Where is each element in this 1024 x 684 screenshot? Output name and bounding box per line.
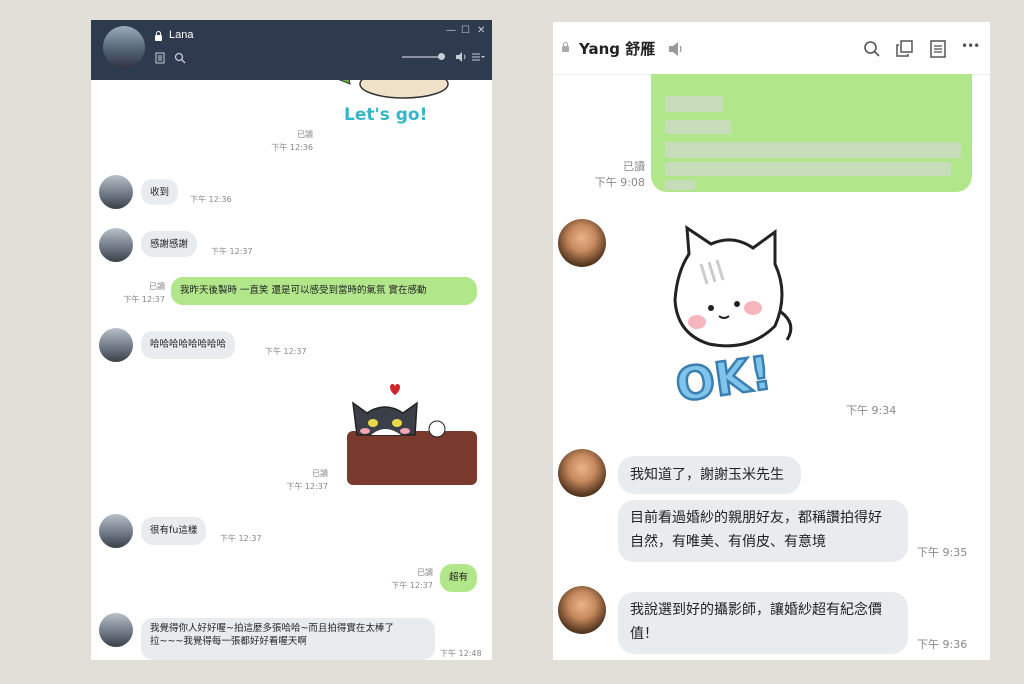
message-time: 下午 12:37 bbox=[265, 347, 307, 356]
contact-avatar[interactable] bbox=[99, 175, 133, 209]
left-chat-window: Lana — ☐ ✕ Let's go! 已讀 下午 12:36 收到 下午 1… bbox=[91, 20, 492, 660]
chat-header: Yang 舒雁 ••• bbox=[553, 22, 990, 75]
incoming-message[interactable]: 我知道了，謝謝玉米先生 bbox=[618, 456, 801, 494]
incoming-message[interactable]: 我覺得你人好好喔~拍這麼多張哈哈~而且拍得實在太棒了 拉~~~我覺得每一張都好好… bbox=[141, 618, 435, 660]
sticker-cat-box bbox=[347, 384, 477, 485]
message-list[interactable]: 已讀 下午 9:08 OK! 下午 9:34 我知道了，謝謝玉米先生 目前看過婚… bbox=[553, 74, 990, 660]
sticker-caption: Let's go! bbox=[344, 105, 427, 125]
incoming-message[interactable]: 收到 bbox=[141, 179, 179, 205]
message-list[interactable]: Let's go! 已讀 下午 12:36 收到 下午 12:36 感謝感謝 下… bbox=[91, 80, 492, 660]
read-receipt: 已讀 bbox=[297, 130, 313, 139]
message-line: 自然，有唯美、有俏皮、有意境 bbox=[630, 534, 826, 550]
message-line: 我覺得你人好好喔~拍這麼多張哈哈~而且拍得實在太棒了 bbox=[150, 623, 394, 634]
read-receipt: 已讀 bbox=[623, 160, 645, 173]
incoming-message[interactable]: 很有fu這樣 bbox=[141, 517, 207, 545]
message-time: 下午 12:37 bbox=[123, 295, 165, 304]
minimize-button[interactable]: — bbox=[446, 25, 456, 37]
close-button[interactable]: ✕ bbox=[477, 25, 485, 37]
message-time: 下午 9:35 bbox=[917, 546, 968, 559]
sticker-caption: OK! bbox=[672, 345, 774, 402]
incoming-message[interactable]: 哈哈哈哈哈哈哈哈 bbox=[141, 331, 236, 359]
message-line: 目前看過婚紗的親朋好友，都稱讚拍得好 bbox=[630, 510, 882, 526]
message-line: 值！ bbox=[630, 626, 658, 642]
contact-avatar[interactable] bbox=[99, 514, 133, 548]
incoming-message[interactable]: 我說選到好的攝影師，讓婚紗超有紀念價 值！ bbox=[618, 592, 908, 654]
message-time: 下午 9:08 bbox=[594, 176, 645, 189]
mute-icon[interactable] bbox=[668, 41, 684, 57]
chat-header: Lana — ☐ ✕ bbox=[91, 20, 492, 80]
read-receipt: 已讀 bbox=[312, 469, 328, 478]
message-line: 我說選到好的攝影師，讓婚紗超有紀念價 bbox=[630, 602, 882, 618]
contact-name[interactable]: Yang 舒雁 bbox=[579, 38, 655, 59]
contact-avatar[interactable] bbox=[99, 228, 133, 262]
message-time: 下午 12:37 bbox=[286, 482, 328, 491]
search-icon[interactable] bbox=[863, 40, 881, 58]
contact-avatar[interactable] bbox=[103, 26, 145, 68]
outgoing-message[interactable]: 超有 bbox=[440, 564, 478, 592]
contact-avatar[interactable] bbox=[99, 613, 133, 647]
sticker-ok-cat: OK! bbox=[671, 225, 793, 402]
notes-icon[interactable] bbox=[155, 52, 165, 64]
volume-slider[interactable] bbox=[402, 53, 445, 60]
message-line: 拉~~~我覺得每一張都好好看喔天啊 bbox=[150, 636, 307, 647]
message-time: 下午 12:36 bbox=[190, 195, 232, 204]
volume-icon[interactable] bbox=[455, 51, 467, 63]
message-time: 下午 12:37 bbox=[391, 581, 433, 590]
lock-icon bbox=[155, 31, 162, 41]
read-receipt: 已讀 bbox=[149, 282, 165, 291]
copy-icon[interactable] bbox=[896, 40, 914, 58]
message-time: 下午 9:34 bbox=[846, 404, 897, 417]
incoming-message[interactable]: 感謝感謝 bbox=[141, 231, 198, 257]
contact-avatar[interactable] bbox=[558, 449, 606, 497]
contact-name[interactable]: Lana bbox=[169, 29, 193, 41]
search-icon[interactable] bbox=[174, 52, 186, 64]
notes-icon[interactable] bbox=[929, 40, 947, 58]
contact-avatar[interactable] bbox=[558, 586, 606, 634]
menu-icon[interactable] bbox=[471, 52, 485, 62]
sticker-lets-go: Let's go! bbox=[338, 80, 449, 125]
more-icon[interactable]: ••• bbox=[961, 39, 980, 53]
right-chat-window: Yang 舒雁 ••• 已讀 下午 9:08 OK! 下午 9:34 我知道了，… bbox=[553, 22, 990, 660]
message-time: 下午 9:36 bbox=[917, 638, 968, 651]
message-time: 下午 12:36 bbox=[271, 143, 313, 152]
maximize-button[interactable]: ☐ bbox=[461, 25, 470, 37]
message-time: 下午 12:37 bbox=[220, 534, 262, 543]
read-receipt: 已讀 bbox=[417, 568, 433, 577]
message-time: 下午 12:37 bbox=[211, 247, 253, 256]
message-time: 下午 12:48 bbox=[440, 649, 482, 658]
contact-avatar[interactable] bbox=[558, 219, 606, 267]
incoming-message[interactable]: 目前看過婚紗的親朋好友，都稱讚拍得好 自然，有唯美、有俏皮、有意境 bbox=[618, 500, 908, 562]
lock-icon bbox=[562, 42, 569, 52]
contact-avatar[interactable] bbox=[99, 328, 133, 362]
outgoing-message-blurred[interactable] bbox=[651, 74, 972, 192]
outgoing-message[interactable]: 我昨天後製時 一直笑 還是可以感受到當時的氣氛 實在感動 bbox=[171, 277, 477, 305]
